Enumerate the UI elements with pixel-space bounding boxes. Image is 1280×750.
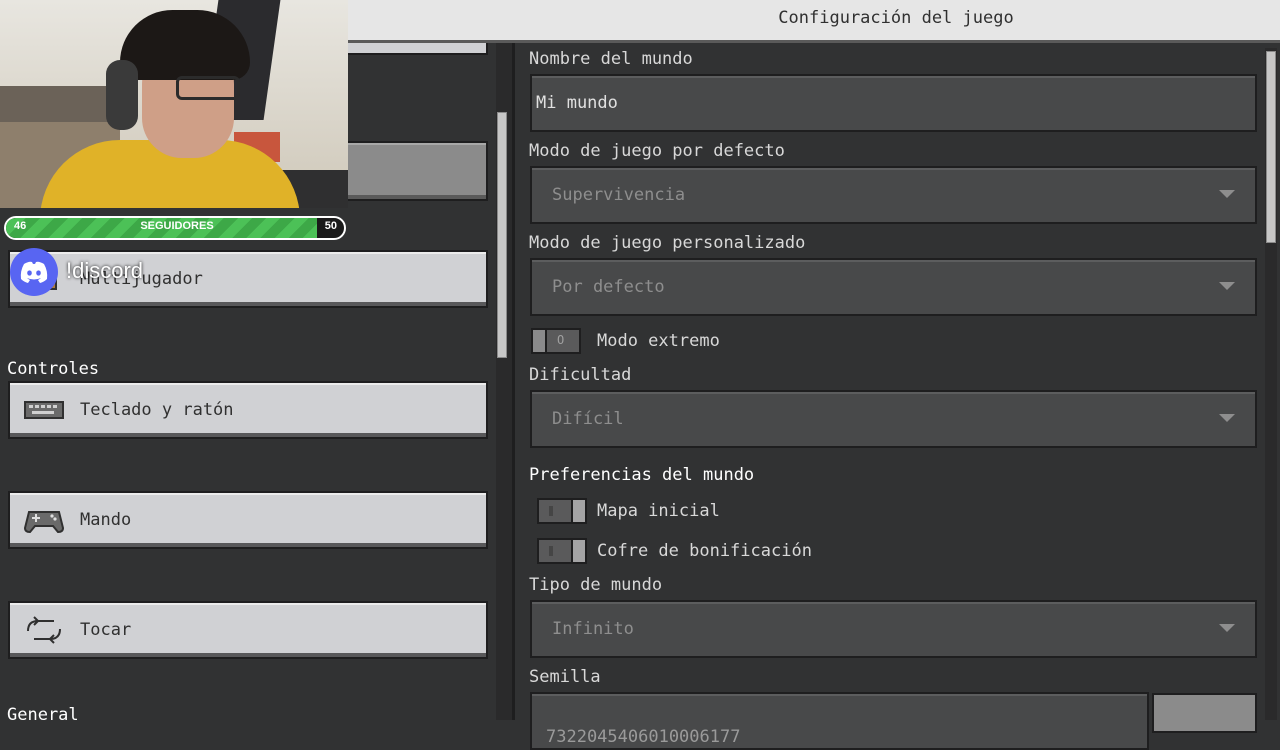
- sidebar-scroll-thumb[interactable]: [497, 112, 507, 358]
- discord-command-text: !discord: [66, 258, 144, 283]
- controls-section-label: Controles: [7, 359, 100, 379]
- difficulty-label: Dificultad: [529, 365, 632, 385]
- world-settings-panel: Nombre del mundo Mi mundo Modo de juego …: [515, 43, 1280, 750]
- keyboard-mouse-button[interactable]: Teclado y ratón: [8, 381, 488, 439]
- world-type-label: Tipo de mundo: [529, 575, 663, 595]
- webcam-person-glasses: [176, 76, 240, 100]
- followers-goal: 50: [324, 220, 337, 232]
- world-name-value: Mi mundo: [536, 93, 618, 113]
- default-mode-dropdown[interactable]: Supervivencia: [530, 166, 1257, 224]
- followers-label: SEGUIDORES: [140, 220, 214, 232]
- difficulty-dropdown[interactable]: Difícil: [530, 390, 1257, 448]
- webcam-overlay: [0, 0, 348, 208]
- seed-options-button[interactable]: [1152, 693, 1257, 733]
- toggle-knob: [531, 328, 547, 354]
- world-name-label: Nombre del mundo: [529, 49, 693, 69]
- toggle-knob: [571, 538, 587, 564]
- keyboard-mouse-label: Teclado y ratón: [80, 400, 234, 420]
- world-name-input[interactable]: Mi mundo: [530, 74, 1257, 132]
- chevron-down-icon: [1219, 624, 1235, 632]
- seed-label: Semilla: [529, 667, 601, 687]
- seed-value: 7322045406010006177: [546, 727, 741, 747]
- discord-icon: [10, 248, 58, 296]
- chevron-down-icon: [1219, 282, 1235, 290]
- bonus-chest-label: Cofre de bonificación: [597, 541, 812, 561]
- followers-goal-bar: 46 SEGUIDORES 50: [4, 216, 346, 240]
- hardcore-label: Modo extremo: [597, 331, 720, 351]
- keyboard-icon: [22, 394, 66, 426]
- difficulty-value: Difícil: [552, 409, 624, 429]
- world-type-dropdown[interactable]: Infinito: [530, 600, 1257, 658]
- starter-map-toggle[interactable]: [537, 498, 587, 524]
- bonus-chest-toggle[interactable]: [537, 538, 587, 564]
- controller-button[interactable]: Mando: [8, 491, 488, 549]
- seed-input[interactable]: 7322045406010006177: [530, 692, 1149, 750]
- general-section-label: General: [7, 705, 79, 720]
- custom-mode-label: Modo de juego personalizado: [529, 233, 806, 253]
- custom-mode-value: Por defecto: [552, 277, 665, 297]
- hardcore-toggle[interactable]: O: [531, 328, 581, 354]
- gamepad-icon: [22, 504, 66, 536]
- settings-scroll-thumb[interactable]: [1266, 51, 1276, 243]
- toggle-on-mark: [549, 546, 553, 556]
- headset-icon: [106, 60, 138, 130]
- chevron-down-icon: [1219, 414, 1235, 422]
- touch-icon: [22, 614, 66, 646]
- custom-mode-dropdown[interactable]: Por defecto: [530, 258, 1257, 316]
- toggle-off-mark: O: [557, 333, 565, 347]
- touch-label: Tocar: [80, 620, 132, 640]
- chevron-down-icon: [1219, 190, 1235, 198]
- controller-label: Mando: [80, 510, 132, 530]
- default-mode-label: Modo de juego por defecto: [529, 141, 785, 161]
- world-type-value: Infinito: [552, 619, 634, 639]
- world-preferences-title: Preferencias del mundo: [529, 465, 755, 485]
- default-mode-value: Supervivencia: [552, 185, 686, 205]
- touch-button[interactable]: Tocar: [8, 601, 488, 659]
- toggle-on-mark: [549, 506, 553, 516]
- toggle-knob: [571, 498, 587, 524]
- starter-map-label: Mapa inicial: [597, 501, 720, 521]
